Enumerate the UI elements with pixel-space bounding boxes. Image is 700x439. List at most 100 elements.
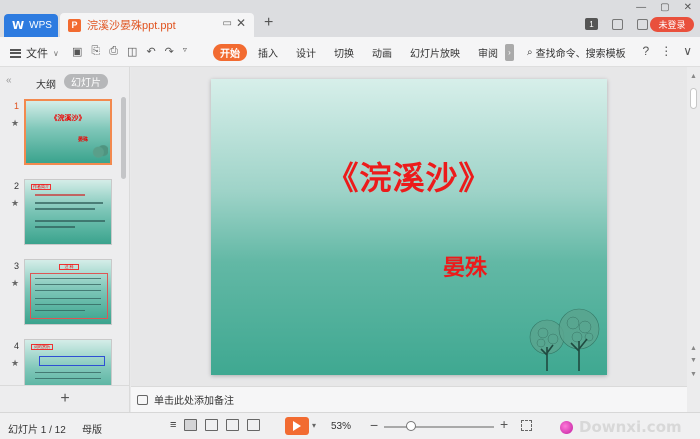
slide-thumbnail[interactable]: 作者简介 <box>24 179 112 245</box>
zoom-slider-track[interactable] <box>384 426 494 428</box>
slide-thumbnail[interactable]: 词的赏析 <box>24 339 112 385</box>
zoom-level[interactable]: 53% <box>331 421 351 432</box>
tab-slides[interactable]: 幻灯片 <box>64 74 108 89</box>
thumbnail-text-line <box>35 226 75 228</box>
slide-author[interactable]: 晏殊 <box>443 250 487 282</box>
fit-slide-icon[interactable] <box>521 420 532 431</box>
export-icon[interactable]: ⎘ <box>91 45 100 58</box>
slide-thumbnails: 1 ★ 《浣溪沙》 晏殊 2 ★ 作者简介 3 ★ 注 释 4 ★ 词的赏析 <box>0 95 120 385</box>
presenter-view-icon[interactable] <box>247 419 261 431</box>
tab-transition[interactable]: 切换 <box>327 44 361 61</box>
slide-canvas[interactable]: 《浣溪沙》 晏殊 <box>211 79 607 375</box>
scroll-down-icon[interactable]: ▼ <box>690 371 697 378</box>
status-bar: 幻灯片 1 / 12 母版 ≡ ▾ 53% − + Downxi.com <box>0 412 700 439</box>
thumbnail-scrollbar[interactable] <box>121 97 126 179</box>
zoom-in-button[interactable]: + <box>500 416 508 432</box>
slide-thumbnail[interactable]: 《浣溪沙》 晏殊 <box>24 99 112 165</box>
thumbnail-text-line <box>35 202 103 204</box>
collapse-ribbon-icon[interactable]: ∨ <box>683 44 692 58</box>
wps-home-tab-label: WPS <box>29 20 52 31</box>
thumbnail-text-line <box>35 290 101 291</box>
file-menu[interactable]: 文件 ∨ <box>10 45 59 61</box>
scroll-up-icon[interactable]: ▲ <box>690 73 697 80</box>
slide-number: 4 <box>14 341 20 351</box>
play-slideshow-button[interactable] <box>285 417 309 435</box>
thumbnail-highlight-box <box>39 356 105 366</box>
more-chevron-icon[interactable]: ▿ <box>183 45 187 58</box>
slide-thumbnail[interactable]: 注 释 <box>24 259 112 325</box>
tab-outline[interactable]: 大纲 <box>36 76 56 91</box>
thumbnail-text-line <box>35 298 101 299</box>
tab-insert[interactable]: 插入 <box>251 44 285 61</box>
redo-icon[interactable]: ↷ <box>165 45 174 58</box>
file-menu-label: 文件 <box>26 48 48 60</box>
master-view-button[interactable]: 母版 <box>82 421 102 436</box>
tab-design[interactable]: 设计 <box>289 44 323 61</box>
add-slide-button[interactable]: + <box>0 385 130 412</box>
hamburger-icon <box>10 48 21 58</box>
print-icon[interactable]: ⎙ <box>109 45 118 58</box>
star-icon: ★ <box>11 118 20 128</box>
menu-bar: 文件 ∨ ▣ ⎘ ⎙ ◫ ↶ ↷ ▿ 开始 插入 设计 切换 动画 幻灯片放映 … <box>0 37 700 67</box>
window-close-icon[interactable]: ✕ <box>684 2 692 13</box>
site-watermark: Downxi.com <box>560 418 682 436</box>
document-tab-label: 浣溪沙晏殊ppt.ppt <box>87 20 176 32</box>
slide-number: 3 <box>14 261 20 271</box>
editor-scrollbar[interactable]: ▲ ▲ ▼ ▼ <box>687 67 700 412</box>
thumbnail-text-line <box>35 284 101 285</box>
more-tabs-button[interactable]: › <box>505 44 514 61</box>
page-badge[interactable]: 1 <box>585 18 598 30</box>
thumbnail-text-line <box>35 220 105 222</box>
collapse-panel-icon[interactable]: « <box>6 75 12 86</box>
zoom-slider-knob[interactable] <box>406 421 416 431</box>
tab-slideshow[interactable]: 幻灯片放映 <box>403 44 467 61</box>
pin-icon[interactable]: ▭ <box>223 18 232 29</box>
play-options-chevron-icon[interactable]: ▾ <box>312 421 316 430</box>
wps-home-tab[interactable]: W WPS <box>4 14 58 37</box>
search-icon: ⌕ <box>527 47 533 58</box>
skin-icon[interactable] <box>612 18 623 30</box>
ribbon-tabs: 开始 插入 设计 切换 动画 幻灯片放映 审阅 <box>213 44 509 61</box>
scrollbar-thumb[interactable] <box>690 88 697 109</box>
notes-placeholder[interactable]: 单击此处添加备注 <box>154 392 234 407</box>
thumbnail-text-frame <box>30 273 108 319</box>
maximize-icon[interactable]: ▢ <box>660 2 669 13</box>
help-icon[interactable]: ? <box>643 44 650 58</box>
watermark-logo-icon <box>560 420 573 434</box>
thumbnail-text-line <box>35 378 101 379</box>
wps-logo-icon: W <box>12 19 25 32</box>
command-search[interactable]: ⌕ 查找命令、搜索模板 <box>527 45 626 60</box>
notes-toggle-icon[interactable]: ≡ <box>170 419 176 431</box>
save-icon[interactable]: ▣ <box>72 45 82 58</box>
login-button[interactable]: 未登录 <box>650 17 694 32</box>
view-switcher: ≡ <box>170 419 261 431</box>
thumbnail-text-line <box>35 372 101 373</box>
preview-icon[interactable]: ◫ <box>127 45 137 58</box>
reading-view-icon[interactable] <box>226 419 240 431</box>
tab-home[interactable]: 开始 <box>213 44 247 61</box>
star-icon: ★ <box>11 198 20 208</box>
more-options-icon[interactable]: ⋮ <box>660 44 672 58</box>
scroll-page-up-icon[interactable]: ▲ <box>690 345 697 352</box>
thumbnail-text-line <box>35 208 95 210</box>
scroll-page-down-icon[interactable]: ▼ <box>690 357 697 364</box>
watermark-text: Downxi.com <box>579 418 682 436</box>
slide-counter: 幻灯片 1 / 12 <box>8 425 66 436</box>
tab-animation[interactable]: 动画 <box>365 44 399 61</box>
slide-sorter-icon[interactable] <box>205 419 219 431</box>
new-tab-button[interactable]: + <box>264 14 273 32</box>
minimize-icon[interactable]: — <box>636 2 646 13</box>
notes-bar[interactable]: 单击此处添加备注 <box>131 386 687 412</box>
close-tab-icon[interactable]: ✕ <box>236 16 246 30</box>
title-bar: W WPS P 浣溪沙晏殊ppt.ppt ▭ ✕ + 1 — ▢ ✕ 未登录 <box>0 0 700 37</box>
slide-title[interactable]: 《浣溪沙》 <box>211 153 607 199</box>
command-search-label: 查找命令、搜索模板 <box>535 49 626 60</box>
slide-editing-area: 《浣溪沙》 晏殊 <box>131 67 687 386</box>
slide-navigator: « 大纲 幻灯片 1 ★ 《浣溪沙》 晏殊 2 ★ 作者简介 3 ★ 注 释 4… <box>0 67 130 412</box>
undo-icon[interactable]: ↶ <box>146 45 155 58</box>
zoom-out-button[interactable]: − <box>370 417 378 433</box>
document-tab[interactable]: P 浣溪沙晏殊ppt.ppt ▭ ✕ <box>60 13 254 37</box>
tab-review[interactable]: 审阅 <box>471 44 505 61</box>
bag-icon[interactable] <box>637 18 648 30</box>
normal-view-icon[interactable] <box>184 419 198 431</box>
